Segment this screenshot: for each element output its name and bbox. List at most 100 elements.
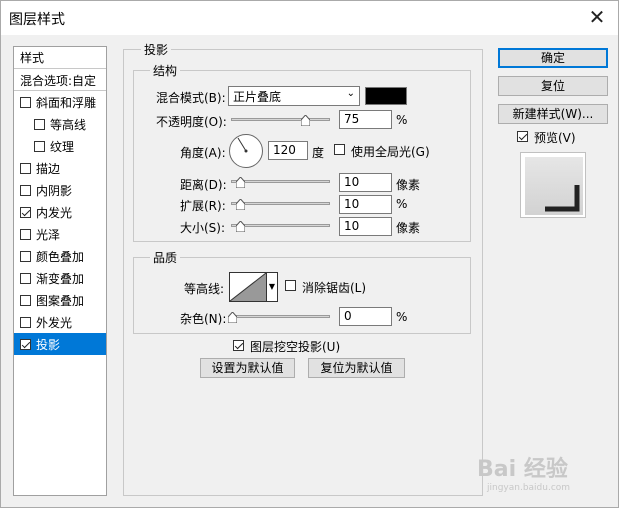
contour-dropdown-icon[interactable]: ▼ <box>267 272 278 302</box>
ok-button[interactable]: 确定 <box>498 48 608 68</box>
blending-options-item[interactable]: 混合选项:自定 <box>14 69 106 91</box>
sidebar-item-label: 等高线 <box>50 117 87 132</box>
global-light-label[interactable]: 使用全局光(G) <box>351 143 430 160</box>
sidebar-item-checkbox[interactable] <box>20 294 31 306</box>
sidebar-item[interactable]: 等高线 <box>14 113 106 135</box>
sidebar-item[interactable]: 投影 <box>14 333 106 355</box>
angle-unit: 度 <box>312 146 325 160</box>
style-list: 样式 混合选项:自定 斜面和浮雕等高线纹理描边内阴影内发光光泽颜色叠加渐变叠加图… <box>13 46 107 496</box>
noise-label: 杂色(N): <box>180 312 227 326</box>
sidebar-item-checkbox[interactable] <box>34 140 45 152</box>
style-preview <box>520 152 586 218</box>
spread-unit: % <box>396 197 408 211</box>
reset-default-button[interactable]: 复位为默认值 <box>308 358 405 378</box>
sidebar-item-checkbox[interactable] <box>20 184 31 196</box>
sidebar-item-label: 内阴影 <box>36 183 73 198</box>
knockout-label[interactable]: 图层挖空投影(U) <box>250 338 340 355</box>
watermark-logo: Bai 经验 jingyan.baidu.com <box>477 451 570 493</box>
chevron-down-icon: ⌄ <box>346 88 355 99</box>
sidebar-item[interactable]: 外发光 <box>14 311 106 333</box>
sidebar-item[interactable]: 渐变叠加 <box>14 267 106 289</box>
global-light-checkbox[interactable] <box>334 144 345 155</box>
watermark-sub: jingyan.baidu.com <box>487 483 571 493</box>
reset-button[interactable]: 复位 <box>498 76 608 96</box>
quality-title: 品质 <box>150 249 181 266</box>
angle-label: 角度(A): <box>180 146 226 160</box>
sidebar-item-label: 描边 <box>36 161 61 176</box>
noise-slider-thumb[interactable] <box>228 312 237 323</box>
sidebar-item-checkbox[interactable] <box>20 206 31 218</box>
sidebar-item-checkbox[interactable] <box>20 272 31 284</box>
opacity-input[interactable]: 75 <box>339 110 392 129</box>
noise-unit: % <box>396 310 408 324</box>
style-list-header[interactable]: 样式 <box>14 47 106 69</box>
sidebar-item-label: 内发光 <box>36 205 73 220</box>
make-default-button[interactable]: 设置为默认值 <box>200 358 295 378</box>
distance-unit: 像素 <box>396 178 421 192</box>
sidebar-item-checkbox[interactable] <box>20 316 31 328</box>
noise-input[interactable]: 0 <box>339 307 392 326</box>
sidebar-item[interactable]: 描边 <box>14 157 106 179</box>
sidebar-item[interactable]: 纹理 <box>14 135 106 157</box>
drop-shadow-title: 投影 <box>141 41 172 58</box>
sidebar-item-checkbox[interactable] <box>20 250 31 262</box>
sidebar-item[interactable]: 内阴影 <box>14 179 106 201</box>
antialias-checkbox[interactable] <box>285 280 296 291</box>
structure-title: 结构 <box>150 62 181 79</box>
sidebar-item-label: 渐变叠加 <box>36 271 85 286</box>
title-bar: 图层样式 ✕ <box>1 1 618 35</box>
contour-label: 等高线: <box>184 282 225 296</box>
sidebar-item[interactable]: 斜面和浮雕 <box>14 91 106 113</box>
distance-input[interactable]: 10 <box>339 173 392 192</box>
angle-input[interactable]: 120 <box>268 141 308 160</box>
dialog-title: 图层样式 <box>9 12 65 28</box>
opacity-slider-track[interactable] <box>231 118 330 121</box>
knockout-checkbox[interactable] <box>233 340 244 351</box>
size-label: 大小(S): <box>180 221 226 235</box>
spread-input[interactable]: 10 <box>339 195 392 214</box>
sidebar-item-label: 颜色叠加 <box>36 249 85 264</box>
sidebar-item[interactable]: 图案叠加 <box>14 289 106 311</box>
sidebar-item-checkbox[interactable] <box>20 162 31 174</box>
angle-dial[interactable] <box>229 134 263 168</box>
watermark-text: Bai 经验 <box>477 457 568 482</box>
blend-mode-value: 正片叠底 <box>233 90 282 104</box>
distance-slider-thumb[interactable] <box>236 177 245 188</box>
spread-slider-thumb[interactable] <box>236 199 245 210</box>
size-slider-thumb[interactable] <box>236 221 245 232</box>
antialias-label[interactable]: 消除锯齿(L) <box>302 279 366 296</box>
opacity-slider-thumb[interactable] <box>301 115 310 126</box>
noise-slider-track[interactable] <box>231 315 330 318</box>
sidebar-item[interactable]: 颜色叠加 <box>14 245 106 267</box>
spread-slider-track[interactable] <box>231 202 330 205</box>
size-slider-track[interactable] <box>231 224 330 227</box>
sidebar-item-label: 光泽 <box>36 227 61 242</box>
sidebar-item-label: 纹理 <box>50 139 75 154</box>
size-input[interactable]: 10 <box>339 217 392 236</box>
sidebar-item-label: 斜面和浮雕 <box>36 95 97 110</box>
sidebar-item-checkbox[interactable] <box>20 338 31 350</box>
sidebar-item[interactable]: 光泽 <box>14 223 106 245</box>
distance-label: 距离(D): <box>180 178 227 192</box>
sidebar-item-label: 外发光 <box>36 315 73 330</box>
blend-mode-label: 混合模式(B): <box>156 91 226 105</box>
shadow-color-swatch[interactable] <box>365 87 407 105</box>
sidebar-item-label: 图案叠加 <box>36 293 85 308</box>
preview-label[interactable]: 预览(V) <box>534 129 576 146</box>
sidebar-item[interactable]: 内发光 <box>14 201 106 223</box>
sidebar-item-label: 投影 <box>36 337 61 352</box>
sidebar-item-checkbox[interactable] <box>34 118 45 130</box>
sidebar-item-checkbox[interactable] <box>20 228 31 240</box>
sidebar-item-checkbox[interactable] <box>20 96 31 108</box>
distance-slider-track[interactable] <box>231 180 330 183</box>
new-style-button[interactable]: 新建样式(W)... <box>498 104 608 124</box>
preview-swatch <box>525 157 583 215</box>
contour-picker[interactable] <box>229 272 267 302</box>
size-unit: 像素 <box>396 221 421 235</box>
blend-mode-select[interactable]: 正片叠底 ⌄ <box>228 86 360 106</box>
opacity-unit: % <box>396 113 408 127</box>
close-icon[interactable]: ✕ <box>582 4 612 30</box>
layer-style-dialog: 图层样式 ✕ 样式 混合选项:自定 斜面和浮雕等高线纹理描边内阴影内发光光泽颜色… <box>0 0 619 508</box>
spread-label: 扩展(R): <box>180 199 226 213</box>
preview-checkbox[interactable] <box>517 131 528 142</box>
